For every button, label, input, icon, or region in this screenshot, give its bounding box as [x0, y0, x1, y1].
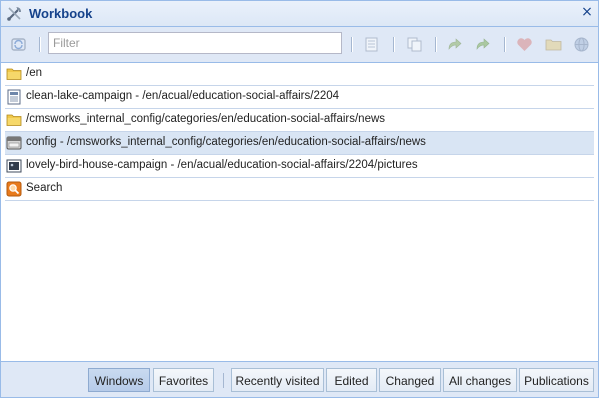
tab-edited[interactable]: Edited	[326, 368, 377, 392]
list-item[interactable]: Search	[5, 178, 594, 201]
folder-icon	[6, 68, 22, 80]
folder-icon	[6, 114, 22, 126]
folder-icon[interactable]	[545, 36, 562, 53]
list-item-label: lovely-bird-house-campaign - /en/acual/e…	[26, 159, 418, 171]
search-icon	[6, 181, 22, 197]
list-item-label: /cmsworks_internal_config/categories/en/…	[26, 113, 386, 125]
document-icon[interactable]	[363, 36, 380, 53]
sync-icon[interactable]	[10, 36, 27, 53]
document-icon	[7, 89, 21, 105]
toolbar-separator	[435, 37, 437, 52]
picture-icon	[6, 159, 22, 173]
toolbar	[1, 27, 598, 63]
tab-all-changes[interactable]: All changes	[443, 368, 517, 392]
tab-favorites[interactable]: Favorites	[153, 368, 214, 392]
footer-tab-bar: Windows Favorites Recently visited Edite…	[1, 361, 598, 397]
list-item-label: clean-lake-campaign - /en/acual/educatio…	[26, 90, 340, 102]
title-bar: Workbook ×	[1, 1, 598, 27]
list-item[interactable]: lovely-bird-house-campaign - /en/acual/e…	[5, 155, 594, 178]
heart-icon[interactable]	[516, 36, 533, 53]
tab-publications[interactable]: Publications	[519, 368, 594, 392]
workbook-window: Workbook × Filter /en clean-lake-campaig…	[0, 0, 599, 398]
config-icon	[6, 136, 22, 150]
forward-icon[interactable]	[474, 36, 491, 53]
globe-icon[interactable]	[573, 36, 590, 53]
tab-changed[interactable]: Changed	[379, 368, 441, 392]
footer-separator	[223, 373, 224, 388]
list-item-selected[interactable]: config - /cmsworks_internal_config/categ…	[5, 132, 594, 155]
toolbar-separator	[351, 37, 353, 52]
list-item-label: config - /cmsworks_internal_config/categ…	[26, 136, 426, 148]
workbook-list: /en clean-lake-campaign - /en/acual/educ…	[1, 63, 598, 201]
close-icon[interactable]: ×	[579, 4, 595, 20]
list-item-label: Search	[26, 182, 63, 194]
tools-icon	[7, 7, 21, 21]
list-item-label: /en	[26, 67, 42, 79]
copy-icon[interactable]	[406, 36, 423, 53]
window-title: Workbook	[29, 6, 93, 21]
toolbar-separator	[393, 37, 395, 52]
toolbar-separator	[39, 37, 41, 52]
tab-windows[interactable]: Windows	[88, 368, 150, 392]
filter-input[interactable]	[48, 32, 342, 54]
toolbar-separator	[504, 37, 506, 52]
list-item[interactable]: /en	[5, 63, 594, 86]
list-item[interactable]: clean-lake-campaign - /en/acual/educatio…	[5, 86, 594, 109]
tab-recently-visited[interactable]: Recently visited	[231, 368, 324, 392]
redo-icon[interactable]	[446, 36, 463, 53]
list-item[interactable]: /cmsworks_internal_config/categories/en/…	[5, 109, 594, 132]
